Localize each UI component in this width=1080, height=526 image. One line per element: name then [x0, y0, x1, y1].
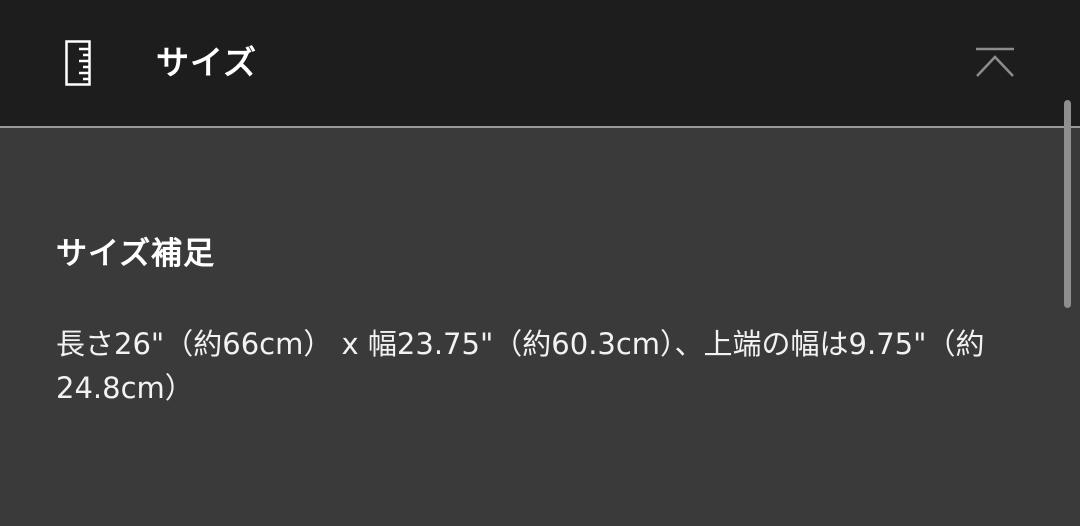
section-heading: サイズ補足 — [56, 236, 216, 272]
size-description: 長さ26"（約66cm） x 幅23.75"（約60.3cm）、上端の幅は9.7… — [56, 327, 985, 405]
scrollbar-thumb[interactable] — [1064, 100, 1071, 308]
chevron-up-icon — [968, 40, 1022, 86]
collapse-button[interactable] — [968, 40, 1022, 86]
accordion-content: サイズ補足 長さ26"（約66cm） x 幅23.75"（約60.3cm）、上端… — [0, 128, 1080, 526]
size-accordion-panel: サイズ サイズ補足 長さ26"（約66cm） x 幅23.75"（約60.3cm… — [0, 0, 1080, 526]
accordion-title: サイズ — [156, 43, 258, 82]
accordion-header[interactable]: サイズ — [0, 0, 1080, 126]
ruler-icon — [64, 39, 92, 87]
